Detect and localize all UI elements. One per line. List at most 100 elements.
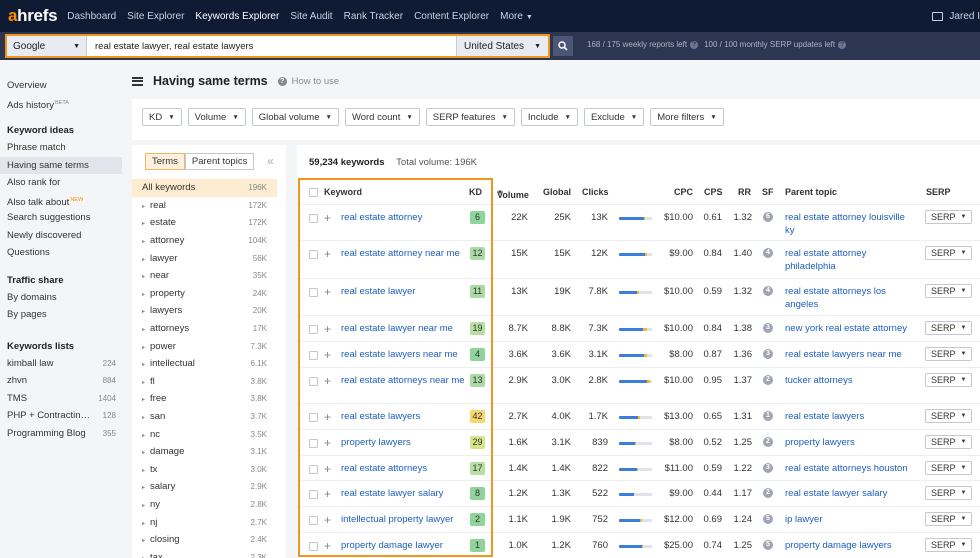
expand-caret-icon[interactable]: ▸	[142, 468, 145, 474]
add-to-list-icon[interactable]: +	[324, 286, 331, 298]
search-button[interactable]	[553, 36, 573, 56]
search-engine-select[interactable]: Google ▼	[7, 36, 87, 56]
sidebar-item-also-talk-about[interactable]: Also talk aboutNEW	[0, 192, 122, 210]
serp-features-badge[interactable]: 2	[763, 488, 773, 498]
filter-word-count[interactable]: Word count ▼	[344, 108, 420, 126]
add-to-list-icon[interactable]: +	[324, 437, 331, 449]
keyword-link[interactable]: property damage lawyer	[341, 540, 465, 553]
serp-button[interactable]: SERP ▼	[925, 512, 973, 526]
expand-caret-icon[interactable]: ▸	[142, 521, 145, 527]
parent-topic-link[interactable]: new york real estate attorney	[785, 323, 913, 336]
expand-caret-icon[interactable]: ▸	[142, 362, 145, 368]
term-item[interactable]: ▸ nj 2.7K	[132, 513, 277, 531]
serp-button[interactable]: SERP ▼	[925, 486, 973, 500]
parent-topic-link[interactable]: real estate attorney louisville ky	[785, 212, 913, 237]
sidebar-list-item[interactable]: TMS 1404	[0, 390, 122, 408]
header-cpc[interactable]: CPC	[674, 187, 693, 197]
expand-caret-icon[interactable]: ▸	[142, 292, 145, 298]
expand-caret-icon[interactable]: ▸	[142, 309, 145, 315]
term-item[interactable]: ▸ damage 3.1K	[132, 443, 277, 461]
add-to-list-icon[interactable]: +	[324, 349, 331, 361]
expand-caret-icon[interactable]: ▸	[142, 239, 145, 245]
expand-caret-icon[interactable]: ▸	[142, 204, 145, 210]
nav-site-audit[interactable]: Site Audit	[290, 11, 332, 22]
row-checkbox[interactable]	[309, 465, 318, 474]
serp-features-badge[interactable]: 6	[763, 212, 773, 222]
term-item[interactable]: ▸ power 7.3K	[132, 337, 277, 355]
keyword-link[interactable]: real estate lawyers	[341, 411, 465, 424]
term-item[interactable]: ▸ ny 2.8K	[132, 496, 277, 514]
user-name[interactable]: Jared I	[949, 11, 980, 22]
header-parent-topic[interactable]: Parent topic	[785, 187, 837, 197]
serp-button[interactable]: SERP ▼	[925, 538, 973, 552]
row-checkbox[interactable]	[309, 250, 318, 259]
nav-keywords-explorer[interactable]: Keywords Explorer	[195, 11, 279, 22]
serp-button[interactable]: SERP ▼	[925, 347, 973, 361]
serp-features-badge[interactable]: 4	[763, 248, 773, 258]
expand-caret-icon[interactable]: ▸	[142, 538, 145, 544]
sidebar-item-by-domains[interactable]: By domains	[0, 289, 122, 307]
nav-dashboard[interactable]: Dashboard	[67, 11, 116, 22]
keyword-link[interactable]: real estate attorneys near me	[341, 375, 465, 388]
monitor-icon[interactable]	[932, 11, 944, 21]
term-item[interactable]: ▸ salary 2.9K	[132, 478, 277, 496]
add-to-list-icon[interactable]: +	[324, 411, 331, 423]
serp-button[interactable]: SERP ▼	[925, 210, 973, 224]
row-checkbox[interactable]	[309, 516, 318, 525]
serp-button[interactable]: SERP ▼	[925, 409, 973, 423]
expand-caret-icon[interactable]: ▸	[142, 415, 145, 421]
filter-global-volume[interactable]: Global volume ▼	[251, 108, 339, 126]
add-to-list-icon[interactable]: +	[324, 375, 331, 387]
filter-include[interactable]: Include ▼	[520, 108, 578, 126]
filter-serp-features[interactable]: SERP features ▼	[425, 108, 515, 126]
header-kd[interactable]: KD	[469, 187, 482, 197]
header-clicks[interactable]: Clicks	[582, 187, 609, 197]
serp-button[interactable]: SERP ▼	[925, 461, 973, 475]
parent-topic-link[interactable]: ip lawyer	[785, 514, 913, 527]
term-item[interactable]: ▸ san 3.7K	[132, 408, 277, 426]
serp-features-badge[interactable]: 5	[763, 514, 773, 524]
row-checkbox[interactable]	[309, 542, 318, 551]
add-to-list-icon[interactable]: +	[324, 212, 331, 224]
row-checkbox[interactable]	[309, 413, 318, 422]
keyword-link[interactable]: real estate lawyers near me	[341, 349, 465, 362]
help-icon[interactable]: ?	[690, 40, 699, 49]
keyword-link[interactable]: intellectual property lawyer	[341, 514, 465, 527]
expand-caret-icon[interactable]: ▸	[142, 257, 145, 263]
sidebar-item-overview[interactable]: Overview	[0, 77, 122, 95]
term-item[interactable]: ▸ nc 3.5K	[132, 425, 277, 443]
term-item[interactable]: ▸ lawyers 20K	[132, 302, 277, 320]
parent-topic-link[interactable]: real estate lawyers	[785, 411, 913, 424]
parent-topic-link[interactable]: tucker attorneys	[785, 375, 913, 388]
row-checkbox[interactable]	[309, 377, 318, 386]
how-to-use-link[interactable]: ? How to use	[277, 76, 339, 87]
serp-button[interactable]: SERP ▼	[925, 373, 973, 387]
sidebar-item-search-suggestions[interactable]: Search suggestions	[0, 209, 122, 227]
expand-caret-icon[interactable]: ▸	[142, 380, 145, 386]
term-item[interactable]: ▸ tx 3.0K	[132, 461, 277, 479]
serp-button[interactable]: SERP ▼	[925, 435, 973, 449]
sidebar-list-item[interactable]: PHP + Contractin… 128	[0, 407, 122, 425]
row-checkbox[interactable]	[309, 351, 318, 360]
add-to-list-icon[interactable]: +	[324, 323, 331, 335]
header-global[interactable]: Global	[543, 187, 571, 197]
row-checkbox[interactable]	[309, 490, 318, 499]
serp-features-badge[interactable]: 5	[763, 540, 773, 550]
keyword-link[interactable]: real estate lawyer salary	[341, 488, 465, 501]
country-select[interactable]: United States ▼	[456, 36, 548, 56]
keyword-link[interactable]: real estate lawyer near me	[341, 323, 465, 336]
parent-topic-link[interactable]: property damage lawyers	[785, 540, 913, 553]
sidebar-item-also-rank-for[interactable]: Also rank for	[0, 174, 122, 192]
sidebar-item-by-pages[interactable]: By pages	[0, 306, 122, 324]
row-checkbox[interactable]	[309, 214, 318, 223]
term-item[interactable]: ▸tax 2.3K	[132, 548, 277, 558]
term-item[interactable]: ▸ attorney 104K	[132, 232, 277, 250]
header-cps[interactable]: CPS	[704, 187, 723, 197]
parent-topic-link[interactable]: real estate lawyers near me	[785, 349, 913, 362]
row-checkbox[interactable]	[309, 288, 318, 297]
row-checkbox[interactable]	[309, 325, 318, 334]
collapse-icon[interactable]: «	[267, 154, 274, 168]
header-keyword[interactable]: Keyword	[324, 187, 362, 197]
term-item[interactable]: ▸ real 172K	[132, 197, 277, 215]
filter-more[interactable]: More filters ▼	[650, 108, 724, 126]
